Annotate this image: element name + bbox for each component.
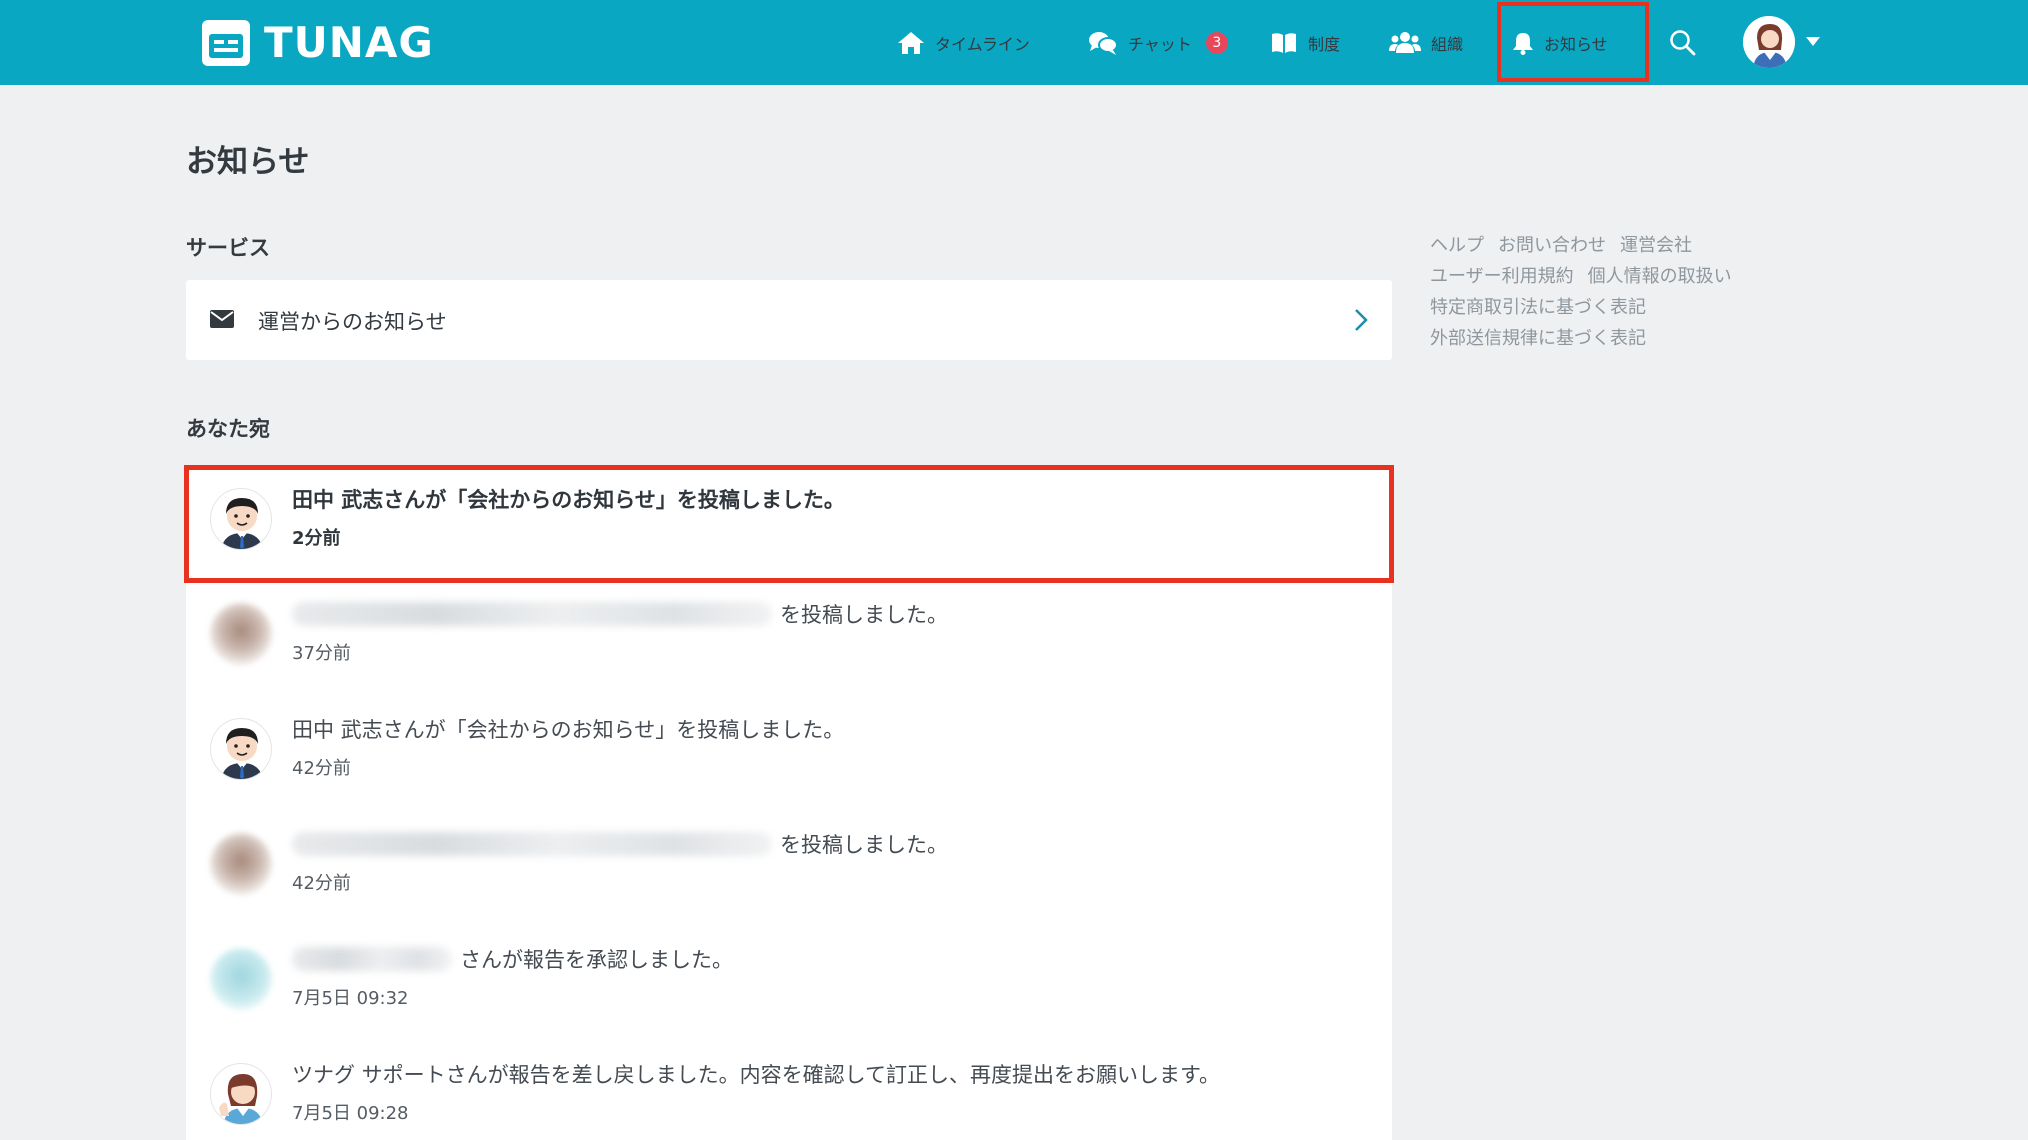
page-title: お知らせ bbox=[186, 144, 310, 180]
users-icon bbox=[1389, 31, 1421, 53]
chat-unread-badge: 3 bbox=[1205, 31, 1228, 54]
search-icon bbox=[1670, 30, 1696, 56]
chat-icon bbox=[1089, 31, 1118, 55]
footer-links: ヘルプ お問い合わせ 運営会社 ユーザー利用規約 個人情報の取扱い 特定商取引法… bbox=[1430, 230, 1790, 354]
notification-item[interactable]: 田中 武志さんが「会社からのお知らせ」を投稿しました。 42分前 bbox=[186, 696, 1392, 811]
notification-text-wrap: を投稿しました。 bbox=[292, 599, 948, 629]
book-icon bbox=[1272, 32, 1296, 53]
app-header: TUNAG タイムライン チャット 3 制度 組織 お知らせ bbox=[0, 0, 2028, 85]
nav-label: タイムライン bbox=[935, 34, 1030, 54]
notification-time: 7月5日 09:32 bbox=[292, 988, 409, 1009]
notification-time: 42分前 bbox=[292, 873, 351, 894]
notification-time: 37分前 bbox=[292, 643, 351, 664]
nav-timeline[interactable]: タイムライン bbox=[897, 0, 1030, 85]
nav-organization[interactable]: 組織 bbox=[1389, 0, 1463, 85]
notification-list: 田中 武志さんが「会社からのお知らせ」を投稿しました。 2分前 を投稿しました。… bbox=[186, 466, 1392, 1140]
service-section-title: サービス bbox=[186, 236, 270, 260]
notification-item[interactable]: を投稿しました。 42分前 bbox=[186, 811, 1392, 926]
company-link[interactable]: 運営会社 bbox=[1620, 230, 1692, 261]
tunag-logo[interactable]: TUNAG bbox=[202, 18, 434, 67]
businessman-avatar-icon bbox=[210, 718, 272, 780]
notification-text: 田中 武志さんが「会社からのお知らせ」を投稿しました。 bbox=[292, 488, 845, 512]
search-button[interactable] bbox=[1668, 28, 1698, 58]
chevron-right-icon bbox=[1355, 309, 1368, 331]
notification-time: 2分前 bbox=[292, 528, 341, 549]
blurred-avatar-icon bbox=[210, 603, 272, 665]
redacted-text bbox=[292, 947, 452, 971]
service-announcements-link[interactable]: 運営からのお知らせ bbox=[186, 280, 1392, 360]
businessman-avatar-icon bbox=[210, 488, 272, 550]
notification-item[interactable]: を投稿しました。 37分前 bbox=[186, 581, 1392, 696]
envelope-icon bbox=[210, 310, 234, 328]
notification-text: ツナグ サポートさんが報告を差し戻しました。内容を確認して訂正し、再度提出をお願… bbox=[292, 1063, 1220, 1087]
nav-system[interactable]: 制度 bbox=[1270, 0, 1340, 85]
tunag-logo-icon bbox=[202, 19, 250, 66]
service-item-label: 運営からのお知らせ bbox=[258, 310, 447, 334]
contact-link[interactable]: お問い合わせ bbox=[1498, 230, 1606, 261]
notification-text-wrap: さんが報告を承認しました。 bbox=[292, 944, 733, 974]
help-link[interactable]: ヘルプ bbox=[1430, 230, 1484, 261]
notification-time: 42分前 bbox=[292, 758, 351, 779]
blurred-avatar-icon bbox=[210, 948, 272, 1010]
notification-item[interactable]: 田中 武志さんが「会社からのお知らせ」を投稿しました。 2分前 bbox=[186, 466, 1392, 581]
redacted-text bbox=[292, 602, 772, 626]
notification-text: を投稿しました。 bbox=[780, 833, 948, 857]
notification-text: 田中 武志さんが「会社からのお知らせ」を投稿しました。 bbox=[292, 718, 845, 742]
notification-text: さんが報告を承認しました。 bbox=[460, 948, 733, 972]
terms-link[interactable]: ユーザー利用規約 bbox=[1430, 261, 1574, 292]
notification-text: を投稿しました。 bbox=[780, 603, 948, 627]
privacy-link[interactable]: 個人情報の取扱い bbox=[1588, 261, 1732, 292]
external-transmission-link[interactable]: 外部送信規律に基づく表記 bbox=[1430, 323, 1646, 354]
user-menu-caret-icon[interactable] bbox=[1806, 37, 1820, 46]
notification-text-wrap: を投稿しました。 bbox=[292, 829, 948, 859]
home-icon bbox=[898, 31, 924, 54]
user-avatar-icon bbox=[1743, 16, 1795, 68]
nav-label: 組織 bbox=[1431, 34, 1464, 54]
notification-item[interactable]: ツナグ サポートさんが報告を差し戻しました。内容を確認して訂正し、再度提出をお願… bbox=[186, 1041, 1392, 1140]
nav-active-highlight bbox=[1497, 2, 1649, 82]
brand-name: TUNAG bbox=[264, 18, 434, 67]
user-avatar[interactable] bbox=[1743, 16, 1795, 68]
nav-label: チャット bbox=[1128, 34, 1192, 54]
commercial-law-link[interactable]: 特定商取引法に基づく表記 bbox=[1430, 292, 1646, 323]
nav-chat[interactable]: チャット 3 bbox=[1088, 0, 1228, 85]
notification-item[interactable]: さんが報告を承認しました。 7月5日 09:32 bbox=[186, 926, 1392, 1041]
support-woman-avatar-icon bbox=[210, 1063, 272, 1125]
redacted-text bbox=[292, 832, 772, 856]
nav-label: 制度 bbox=[1308, 34, 1341, 54]
notification-time: 7月5日 09:28 bbox=[292, 1103, 409, 1124]
blurred-avatar-icon bbox=[210, 833, 272, 895]
you-section-title: あなた宛 bbox=[186, 417, 270, 441]
